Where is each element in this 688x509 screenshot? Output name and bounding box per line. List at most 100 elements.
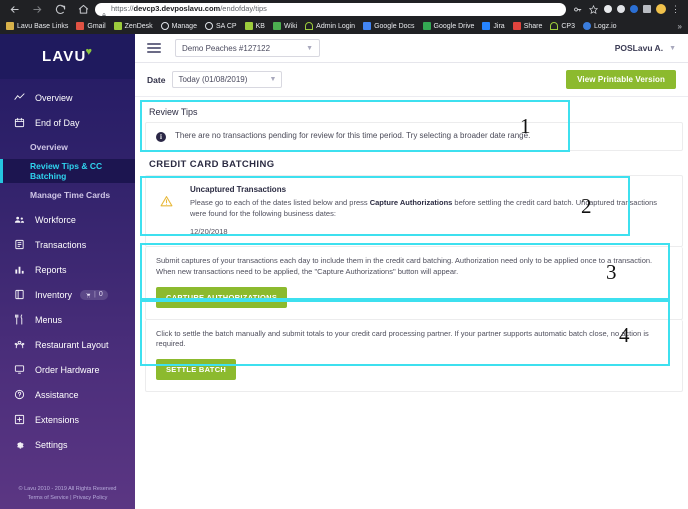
sidebar-item-assistance[interactable]: Assistance <box>0 382 135 407</box>
bookmark-item[interactable]: CP3 <box>550 22 575 30</box>
reload-icon[interactable] <box>52 1 68 17</box>
store-selector[interactable]: Demo Peaches #127122 ▼ <box>175 39 320 57</box>
sidebar-item-label: Workforce <box>35 214 76 225</box>
review-tips-message-row: i There are no transactions pending for … <box>146 123 682 150</box>
sidebar-item-menus[interactable]: Menus <box>0 307 135 332</box>
avatar[interactable] <box>656 4 666 14</box>
extension-icon-1[interactable] <box>604 5 612 13</box>
bookmark-item[interactable]: Admin Login <box>305 22 355 30</box>
url-text: https://devcp3.devposlavu.com/endofday/t… <box>111 4 267 14</box>
logz-icon <box>583 22 591 30</box>
sidebar-item-label: End of Day <box>35 117 80 128</box>
sidebar-item-label: Extensions <box>35 414 80 425</box>
bookmarks-overflow-icon[interactable]: » <box>678 22 682 31</box>
bookmark-item[interactable]: Wiki <box>272 22 297 30</box>
key-icon[interactable] <box>572 4 583 15</box>
jira-icon <box>482 22 491 30</box>
cp3-icon <box>550 22 559 30</box>
bookmark-item[interactable]: SA CP <box>204 22 237 30</box>
sidebar-item-reports[interactable]: Reports <box>0 257 135 282</box>
bookmark-item[interactable]: Logz.io <box>583 22 617 30</box>
box-icon <box>14 289 27 300</box>
settle-batch-button[interactable]: SETTLE BATCH <box>156 359 237 381</box>
plus-square-icon <box>14 414 27 425</box>
sidebar-item-eod-overview[interactable]: Overview <box>0 135 135 159</box>
page-content: Review Tips i There are no transactions … <box>135 97 688 393</box>
sidebar-item-inventory[interactable]: Inventory | 0 <box>0 282 135 307</box>
share-icon <box>512 22 521 30</box>
sidebar-item-workforce[interactable]: Workforce <box>0 207 135 232</box>
app-shell: LAVU ♥ Overview End of Day Overview Revie… <box>0 34 688 509</box>
inventory-cart-badge[interactable]: | 0 <box>80 289 108 300</box>
sidebar-item-label: Settings <box>35 439 68 450</box>
star-icon[interactable] <box>588 4 599 15</box>
sidebar-item-label: Inventory <box>35 289 73 300</box>
sidebar-item-manage-time-cards[interactable]: Manage Time Cards <box>0 183 135 207</box>
bookmark-item[interactable]: Jira <box>482 22 505 30</box>
sidebar-subnav: Manage Time Cards <box>0 183 135 207</box>
sidebar-item-review-tips-cc-batching[interactable]: Review Tips & CC Batching <box>0 159 135 183</box>
sidebar-footer: © Lavu 2010 - 2019 All Rights Reserved T… <box>0 485 135 503</box>
bookmark-item[interactable]: Google Drive <box>422 22 474 30</box>
lavu-logo[interactable]: LAVU ♥ <box>0 34 135 79</box>
settle-batch-card: Click to settle the batch manually and s… <box>145 319 683 393</box>
info-circle-icon: i <box>156 132 166 142</box>
extension-icon-2[interactable] <box>617 5 625 13</box>
sidebar-subnav: Overview <box>0 135 135 159</box>
date-label: Date <box>147 74 166 85</box>
uncaptured-date: 12/20/2018 <box>190 226 228 236</box>
bookmark-item[interactable]: Share <box>512 22 542 30</box>
bookmark-item[interactable]: ZenDesk <box>113 22 153 30</box>
sidebar-item-label: Menus <box>35 314 63 325</box>
kebab-menu-icon[interactable]: ⋮ <box>671 4 680 14</box>
back-arrow-icon[interactable] <box>6 1 22 17</box>
legal-links[interactable]: Terms of Service | Privacy Policy <box>0 494 135 503</box>
bookmark-item[interactable]: Gmail <box>76 22 106 30</box>
user-menu[interactable]: POSLavu A. ▼ <box>615 43 676 53</box>
date-value: Today (01/08/2019) <box>178 75 248 84</box>
sidebar-item-label: Manage Time Cards <box>30 190 111 200</box>
bookmark-item[interactable]: KB <box>244 22 265 30</box>
uncaptured-warning-body: Uncaptured Transactions Please go to eac… <box>190 185 672 236</box>
extension-icon-3[interactable] <box>630 5 638 13</box>
credit-card-batching-title: CREDIT CARD BATCHING <box>149 159 275 170</box>
home-icon[interactable] <box>75 1 91 17</box>
forward-arrow-icon[interactable] <box>29 1 45 17</box>
chart-line-icon <box>14 92 27 103</box>
hamburger-menu-icon[interactable] <box>147 43 161 53</box>
sidebar-item-order-hardware[interactable]: Order Hardware <box>0 357 135 382</box>
sidebar-item-transactions[interactable]: Transactions <box>0 232 135 257</box>
bookmark-item[interactable]: Lavu Base Links <box>6 22 68 30</box>
toolbar-icons: ⋮ <box>572 4 680 15</box>
date-filter-row: Date Today (01/08/2019) ▼ View Printable… <box>135 63 688 97</box>
sidebar-subnav: Review Tips & CC Batching <box>0 159 135 183</box>
address-bar[interactable]: https://devcp3.devposlavu.com/endofday/t… <box>95 2 566 16</box>
user-name: POSLavu A. <box>614 43 664 53</box>
date-selector[interactable]: Today (01/08/2019) ▼ <box>172 71 283 88</box>
bookmarks-bar: Lavu Base Links Gmail ZenDesk Manage SA … <box>0 18 688 34</box>
sidebar-item-overview[interactable]: Overview <box>0 85 135 110</box>
table-seats-icon <box>14 339 27 350</box>
wiki-icon <box>272 22 281 30</box>
review-tips-message: There are no transactions pending for re… <box>175 131 531 140</box>
sidebar-item-restaurant-layout[interactable]: Restaurant Layout <box>0 332 135 357</box>
receipt-icon <box>14 239 27 250</box>
main-content: Demo Peaches #127122 ▼ POSLavu A. ▼ Date… <box>135 34 688 509</box>
sidebar-item-extensions[interactable]: Extensions <box>0 407 135 432</box>
sidebar: LAVU ♥ Overview End of Day Overview Revie… <box>0 34 135 509</box>
folder-icon <box>6 22 14 30</box>
google-drive-icon <box>422 22 431 30</box>
bookmark-item[interactable]: Google Docs <box>363 22 415 30</box>
gmail-icon <box>76 22 85 30</box>
view-printable-version-button[interactable]: View Printable Version <box>566 70 676 89</box>
sidebar-item-settings[interactable]: Settings <box>0 432 135 457</box>
capture-authorizations-button[interactable]: CAPTURE AUTHORIZATIONS <box>156 286 288 308</box>
lock-icon <box>101 6 107 16</box>
sidebar-item-label: Transactions <box>35 239 87 250</box>
extension-icon-4[interactable] <box>643 5 651 13</box>
bar-chart-icon <box>14 264 27 275</box>
calendar-icon <box>14 117 27 128</box>
bookmark-item[interactable]: Manage <box>160 22 197 30</box>
gear-icon <box>14 439 27 450</box>
sidebar-item-end-of-day[interactable]: End of Day <box>0 110 135 135</box>
